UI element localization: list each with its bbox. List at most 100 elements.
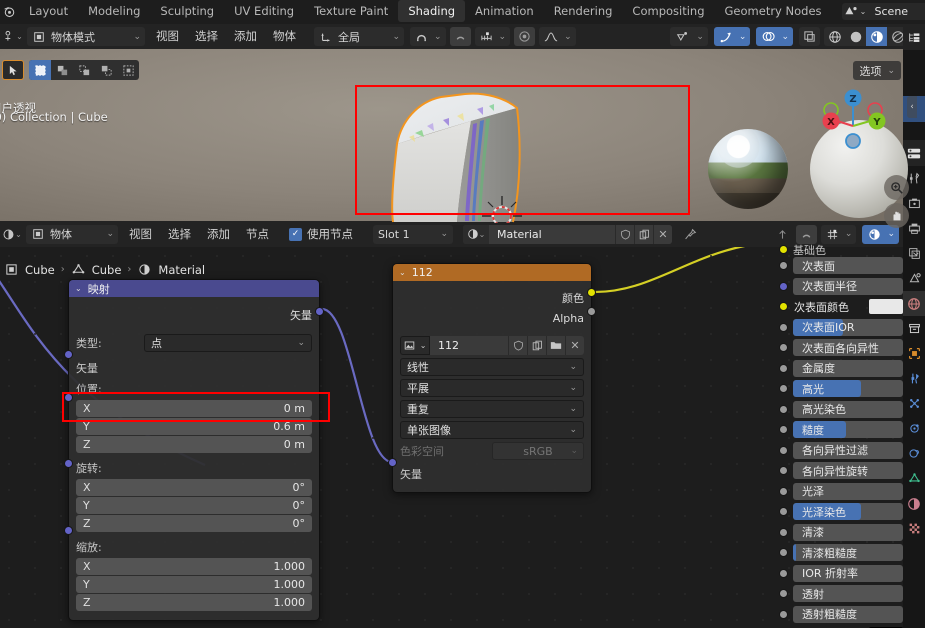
workspace-tab-animation[interactable]: Animation	[465, 0, 544, 22]
select-mode-3-icon[interactable]	[73, 60, 95, 80]
hand-icon[interactable]	[884, 203, 909, 228]
principled-socket-8[interactable]	[779, 425, 788, 434]
transform-orientation-dropdown[interactable]: 全局 ⌄	[314, 27, 404, 46]
mapping-rotation-z-field[interactable]: Z 0°	[76, 515, 312, 532]
mapping-output-socket[interactable]	[315, 307, 324, 316]
use-nodes-toggle[interactable]: ✓ 使用节点	[289, 226, 353, 242]
workspace-tab-modeling[interactable]: Modeling	[78, 0, 150, 22]
node-mapping-header[interactable]: ⌄ 映射	[69, 280, 319, 297]
principled-field-16[interactable]: 透射	[793, 585, 903, 602]
wireframe-icon[interactable]	[824, 27, 845, 46]
principled-field-6[interactable]: 高光	[793, 380, 903, 397]
gizmo-dropdown[interactable]: ⌄	[713, 27, 751, 46]
properties-tab-object-props-icon[interactable]	[903, 341, 925, 366]
material-name-field[interactable]: Material	[489, 228, 615, 241]
properties-tab-material-props-icon[interactable]	[903, 491, 925, 516]
node-image-texture[interactable]: ⌄ 112 颜色 Alpha ⌄ 112 ✕ 线性 ⌄ 平展 ⌄ 重复 ⌄ 单张…	[388, 263, 596, 493]
scene-name-field[interactable]: Scene	[867, 2, 925, 20]
principled-field-15[interactable]: IOR 折射率	[793, 564, 903, 582]
gizmo-icon[interactable]	[720, 30, 733, 43]
principled-socket-9[interactable]	[779, 445, 788, 455]
mapping-scale-x-field[interactable]: X 1.000	[76, 558, 312, 575]
principled-field-8[interactable]: 糙度	[793, 421, 903, 438]
open-folder-icon[interactable]	[546, 336, 565, 355]
viewport-menu-物体[interactable]: 物体	[265, 27, 304, 46]
overlays-dropdown[interactable]: ⌄	[756, 27, 793, 46]
principled-field-1[interactable]: 次表面半径	[793, 277, 903, 295]
properties-tab-physics-icon[interactable]	[903, 416, 925, 441]
unlink-icon[interactable]: ✕	[565, 336, 584, 355]
node-principled-bsdf[interactable]: 基础色 次表面 次表面半径 次表面颜色 次表面IOR 次表面各向异性 金属度 高光 高光染色糙…	[779, 243, 903, 628]
principled-socket-4[interactable]	[779, 343, 788, 352]
mapping-rotation-y-field[interactable]: Y 0°	[76, 497, 312, 514]
mapping-scale-z-field[interactable]: Z 1.000	[76, 594, 312, 611]
properties-tab-constraints-icon[interactable]	[903, 441, 925, 466]
image-name-field[interactable]: 112	[430, 336, 508, 355]
properties-tab-collection-props-icon[interactable]	[903, 316, 925, 341]
material-slot-dropdown[interactable]: Slot 1 ⌄	[373, 224, 453, 244]
viewport-menu-选择[interactable]: 选择	[187, 27, 226, 46]
shader-type-dropdown[interactable]: 物体 ⌄	[26, 224, 118, 244]
snap-toggle-button[interactable]	[449, 27, 471, 46]
principled-field-17[interactable]: 透射粗糙度	[793, 605, 903, 623]
principled-socket-2[interactable]	[779, 302, 788, 311]
shader-menu-添加[interactable]: 添加	[199, 225, 238, 244]
chevron-down-icon[interactable]: ⌄	[399, 268, 406, 277]
image-browse-icon[interactable]: ⌄	[400, 336, 430, 355]
properties-tab-texture-props-icon[interactable]	[903, 516, 925, 541]
principled-socket-1[interactable]	[779, 281, 788, 291]
proportional-toggle-button[interactable]	[514, 27, 536, 46]
principled-socket-13[interactable]	[779, 527, 788, 537]
node-overlay-dropdown[interactable]: ⌄	[820, 224, 857, 244]
principled-field-14[interactable]: 清漆粗糙度	[793, 544, 903, 561]
new-image-icon[interactable]	[527, 336, 546, 355]
workspace-tab-shading[interactable]: Shading	[398, 0, 466, 22]
solid-icon[interactable]	[845, 27, 866, 46]
material-icon[interactable]: ⌄	[463, 224, 489, 244]
principled-field-2[interactable]: 次表面颜色	[793, 298, 865, 315]
mapping-rotation-x-field[interactable]: X 0°	[76, 479, 312, 496]
material-preview-toggle-icon[interactable]	[868, 228, 881, 241]
workspace-tab-sculpting[interactable]: Sculpting	[150, 0, 224, 22]
principled-socket-7[interactable]	[779, 404, 788, 414]
properties-tab-data-icon[interactable]	[903, 466, 925, 491]
properties-tab-scene-props-icon[interactable]	[903, 266, 925, 291]
image-alpha-output-socket[interactable]	[587, 307, 596, 316]
principled-socket-3[interactable]	[779, 322, 788, 332]
principled-socket-10[interactable]	[779, 466, 788, 475]
principled-socket-0[interactable]	[779, 261, 788, 270]
overlays-icon[interactable]	[762, 30, 776, 43]
properties-tab-particles-icon[interactable]	[903, 391, 925, 416]
select-mode-2-icon[interactable]	[51, 60, 73, 80]
editor-type-icon[interactable]: ⌄	[2, 27, 24, 46]
mapping-input-vector-socket[interactable]	[64, 350, 73, 359]
workspace-tab-geometry-nodes[interactable]: Geometry Nodes	[715, 0, 832, 22]
principled-socket-11[interactable]	[779, 486, 788, 496]
principled-field-10[interactable]: 各向异性旋转	[793, 462, 903, 479]
unlink-icon[interactable]: ✕	[653, 224, 672, 244]
falloff-dropdown[interactable]: ⌄	[539, 27, 576, 46]
mapping-type-dropdown[interactable]: 点 ⌄	[144, 334, 312, 352]
new-material-icon[interactable]	[634, 224, 653, 244]
principled-field-5[interactable]: 金属度	[793, 359, 903, 377]
xray-icon[interactable]	[799, 27, 820, 46]
principled-socket-17[interactable]	[779, 609, 788, 619]
material-datablock[interactable]: ⌄ Material ✕	[463, 224, 672, 244]
principled-socket-12[interactable]	[779, 507, 788, 516]
pin-icon[interactable]	[678, 225, 702, 244]
navigation-gizmo[interactable]: Z X Y	[806, 88, 901, 158]
image-projection-dropdown[interactable]: 平展 ⌄	[400, 379, 584, 397]
principled-field-9[interactable]: 各向异性过滤	[793, 441, 903, 459]
principled-swatch-2[interactable]	[869, 299, 903, 314]
principled-socket-14[interactable]	[779, 548, 788, 557]
cursor-select-icon[interactable]	[2, 60, 24, 80]
shader-editor-icon[interactable]: ⌄	[1, 225, 23, 244]
viewport-options-button[interactable]: 选项 ⌄	[853, 61, 901, 80]
shader-menu-选择[interactable]: 选择	[160, 225, 199, 244]
mapping-input-rotation-socket[interactable]	[64, 459, 73, 468]
shader-menu-节点[interactable]: 节点	[238, 225, 277, 244]
principled-field-12[interactable]: 光泽染色	[793, 503, 903, 520]
node-mapping[interactable]: ⌄ 映射 矢量 类型: 点 ⌄ 矢量 位置: X 0 m Y 0.6 m Z 0 m 旋转…	[64, 279, 324, 621]
object-mode-dropdown[interactable]: 物体模式 ⌄	[27, 27, 145, 46]
image-color-output-socket[interactable]	[587, 288, 596, 297]
